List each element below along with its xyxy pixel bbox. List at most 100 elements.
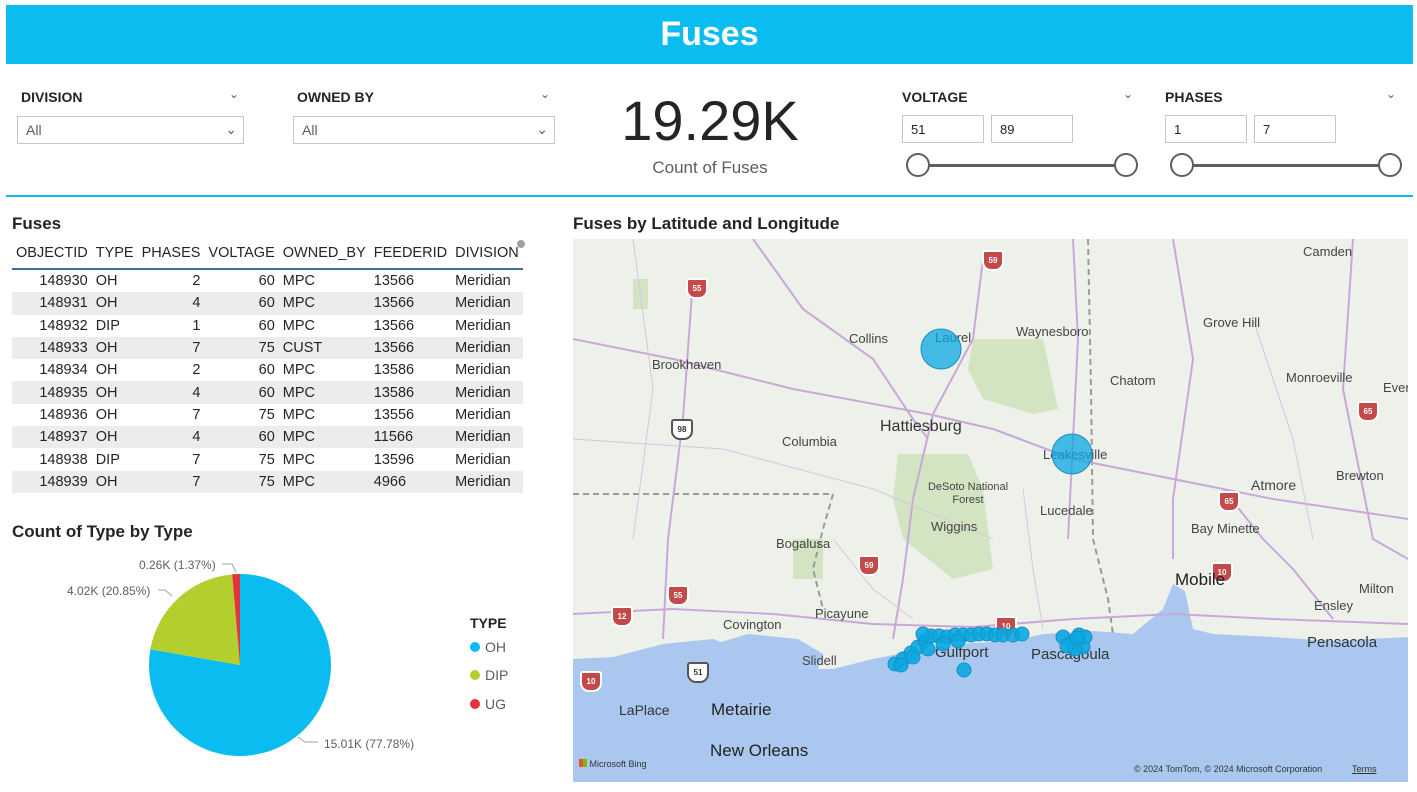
owned-by-slicer-title: OWNED BY: [297, 89, 374, 105]
table-cell: Meridian: [455, 362, 511, 379]
table-cell: MPC: [282, 273, 315, 290]
map-copyright: © 2024 TomTom, © 2024 Microsoft Corporat…: [1134, 764, 1323, 774]
table-cell: OH: [91, 292, 138, 315]
voltage-max-handle[interactable]: [1114, 153, 1138, 177]
table-cell: 148935: [12, 381, 92, 404]
table-cell: 13586: [369, 381, 452, 404]
column-header[interactable]: VOLTAGE: [204, 238, 279, 270]
legend-item-oh[interactable]: OH: [470, 639, 506, 655]
table-row[interactable]: 148939 OH 7 75 MPC 4966 Meridian: [12, 470, 523, 493]
table-cell: 148937: [12, 426, 92, 449]
map-visual[interactable]: 59 55 98 65 65 59 55 12 10 10 51 10 Camd…: [573, 239, 1408, 782]
column-header[interactable]: FEEDERID: [369, 238, 452, 270]
table-cell: 11566: [369, 426, 452, 449]
phases-min-input[interactable]: 1: [1165, 115, 1247, 143]
table-cell: 75: [204, 470, 279, 493]
table-cell: OH: [95, 362, 118, 379]
legend-item-ug[interactable]: UG: [470, 696, 506, 712]
table-cell: 4: [137, 381, 205, 404]
phases-max-handle[interactable]: [1378, 153, 1402, 177]
map-bubble[interactable]: [1051, 433, 1093, 475]
legend-label: UG: [485, 696, 506, 712]
owned-by-dropdown[interactable]: All ⌄: [293, 116, 555, 144]
table-row[interactable]: 148935 OH 4 60 MPC 13586 Meridian: [12, 381, 523, 404]
map-title: Fuses by Latitude and Longitude: [573, 214, 840, 233]
pie-data-label-oh: 15.01K (77.78%): [324, 737, 415, 751]
table-cell: 148939: [12, 470, 92, 493]
map-bubble-layer: [887, 328, 1093, 678]
voltage-max-input[interactable]: 89: [991, 115, 1073, 143]
phases-max-input[interactable]: 7: [1254, 115, 1336, 143]
table-cell: OH: [91, 470, 138, 493]
pie-data-label-dip: 4.02K (20.85%): [67, 584, 151, 598]
table-row[interactable]: 148938 DIP 7 75 MPC 13596 Meridian: [12, 448, 523, 470]
pie-slice-dip[interactable]: [150, 574, 240, 665]
table-cell: 7: [192, 406, 201, 423]
table-cell: 148932: [39, 317, 88, 334]
chevron-down-icon[interactable]: ⌄: [229, 87, 239, 101]
table-cell: 60: [204, 292, 279, 315]
column-header[interactable]: OBJECTID: [12, 238, 92, 270]
table-row[interactable]: 148933 OH 7 75 CUST 13566 Meridian: [12, 336, 523, 360]
table-cell: 2: [192, 362, 201, 379]
phases-slider-track[interactable]: [1182, 164, 1390, 167]
table-cell: OH: [91, 336, 138, 360]
table-row[interactable]: 148937 OH 4 60 MPC 11566 Meridian: [12, 426, 523, 449]
table-cell: 148936: [39, 406, 88, 423]
table-cell: OH: [91, 381, 138, 404]
pie-data-label-ug: 0.26K (1.37%): [139, 558, 216, 572]
table-cell: 75: [258, 451, 275, 468]
column-header[interactable]: OWNED_BY: [278, 238, 370, 270]
table-cell: 7: [137, 470, 205, 493]
table-cell: MPC: [282, 451, 315, 468]
map-bubble[interactable]: [920, 328, 962, 370]
table-scrollbar[interactable]: [517, 240, 525, 248]
chevron-down-icon[interactable]: ⌄: [1123, 87, 1133, 101]
phases-slicer-title: PHASES: [1165, 89, 1223, 105]
table-title: Fuses: [12, 214, 62, 233]
legend-dot-icon: [470, 642, 480, 652]
table-cell: 13596: [373, 451, 415, 468]
owned-by-value: All: [302, 122, 318, 138]
legend-label: OH: [485, 639, 506, 655]
table-row[interactable]: 148936 OH 7 75 MPC 13556 Meridian: [12, 404, 523, 426]
table-cell: MPC: [282, 362, 315, 379]
division-dropdown[interactable]: All ⌄: [17, 116, 244, 144]
chevron-down-icon[interactable]: ⌄: [1386, 87, 1396, 101]
voltage-min-handle[interactable]: [906, 153, 930, 177]
table-header-row: OBJECTID TYPE PHASES VOLTAGE OWNED_BY FE…: [12, 238, 523, 270]
table-cell: 148938: [39, 451, 88, 468]
voltage-slider-track[interactable]: [918, 164, 1126, 167]
pie-leader-line-dip: [158, 589, 173, 597]
division-slicer-title: DIVISION: [21, 89, 83, 105]
map-provider-logo: Microsoft Bing: [579, 759, 647, 769]
pie-chart-title: Count of Type by Type: [12, 522, 193, 541]
legend-dot-icon: [470, 670, 480, 680]
pie-legend-title: TYPE: [470, 615, 507, 631]
kpi-count-label: Count of Fuses: [652, 158, 768, 177]
table-cell: 75: [204, 336, 279, 360]
column-header[interactable]: PHASES: [137, 238, 205, 270]
table-cell: 60: [258, 362, 275, 379]
column-header[interactable]: TYPE: [91, 238, 138, 270]
table-cell: Meridian: [451, 336, 523, 360]
voltage-min-input[interactable]: 51: [902, 115, 984, 143]
table-cell: MPC: [278, 292, 370, 315]
table-row[interactable]: 148930 OH 2 60 MPC 13566 Meridian: [12, 269, 523, 292]
table-row[interactable]: 148931 OH 4 60 MPC 13566 Meridian: [12, 292, 523, 315]
table-cell: 13566: [373, 317, 415, 334]
map-provider-label: Microsoft Bing: [589, 759, 647, 769]
map-terms-link[interactable]: Terms: [1352, 764, 1377, 774]
table-cell: 148930: [39, 273, 88, 290]
table-cell: 60: [258, 273, 275, 290]
table-row[interactable]: 148934 OH 2 60 MPC 13586 Meridian: [12, 359, 523, 381]
fuses-table: OBJECTID TYPE PHASES VOLTAGE OWNED_BY FE…: [12, 238, 523, 493]
table-cell: 13586: [373, 362, 415, 379]
column-header[interactable]: DIVISION: [451, 238, 523, 270]
table-row[interactable]: 148932 DIP 1 60 MPC 13566 Meridian: [12, 315, 523, 337]
table-cell: OH: [95, 406, 118, 423]
chevron-down-icon[interactable]: ⌄: [540, 87, 550, 101]
phases-min-handle[interactable]: [1170, 153, 1194, 177]
legend-item-dip[interactable]: DIP: [470, 667, 508, 683]
legend-dot-icon: [470, 699, 480, 709]
